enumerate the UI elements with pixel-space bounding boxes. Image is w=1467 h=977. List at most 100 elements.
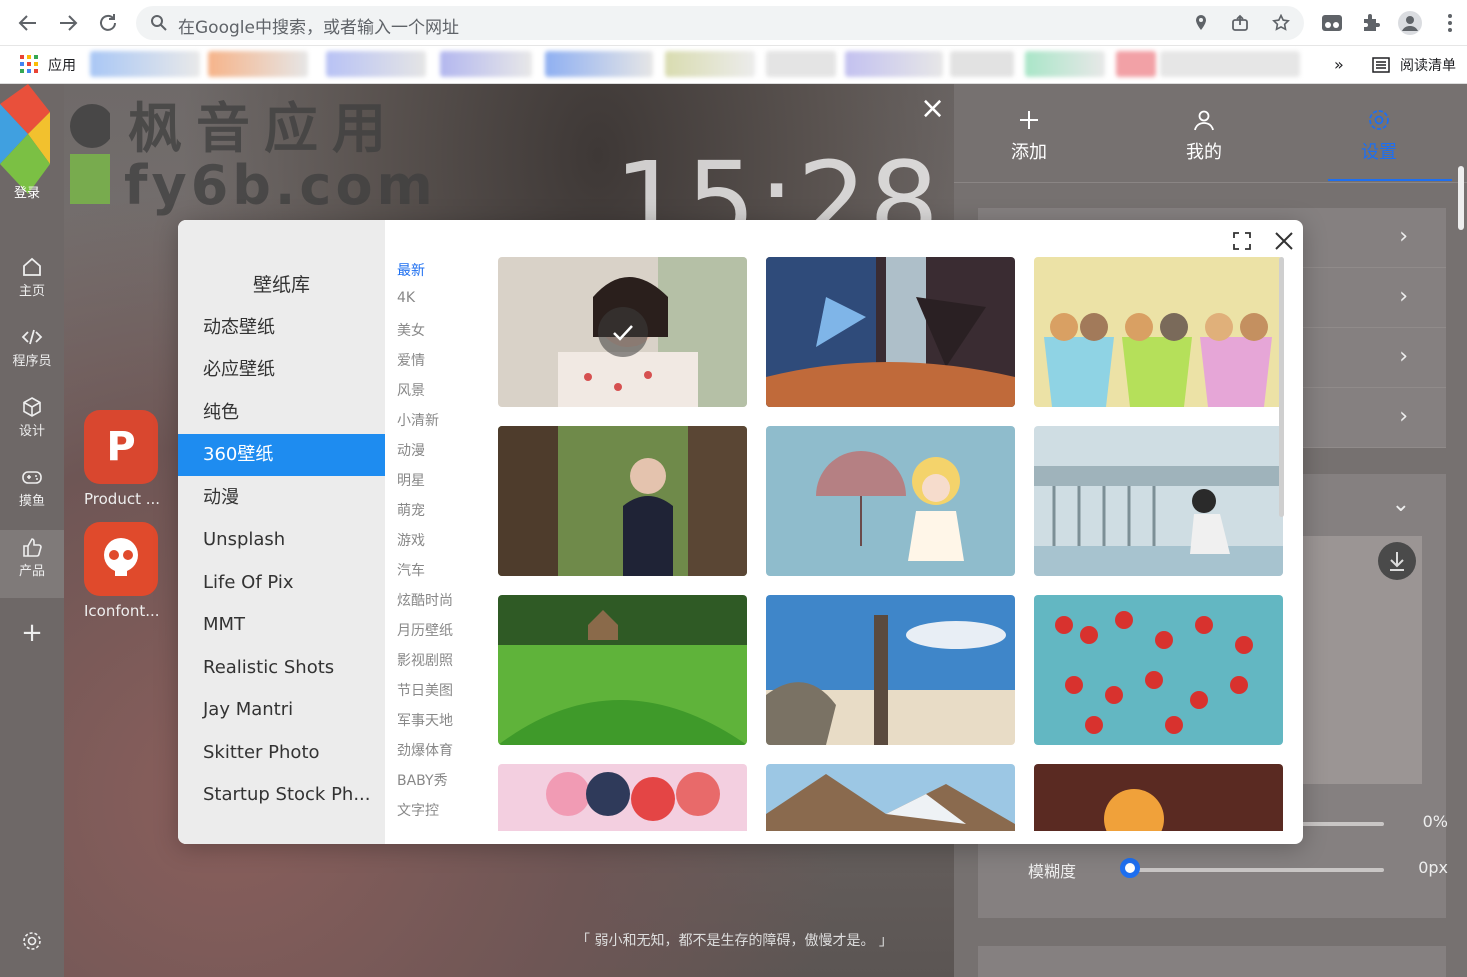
nav-home[interactable]: 主页 [0, 250, 64, 314]
bookmark-item[interactable] [845, 51, 943, 77]
wallpaper-thumbnail[interactable] [498, 257, 747, 407]
wallpaper-thumbnail[interactable] [766, 595, 1015, 745]
tag-item[interactable]: 文字控 [397, 800, 439, 820]
bookmark-apps[interactable]: 应用 [48, 55, 76, 75]
bookmark-item[interactable] [545, 51, 653, 77]
beach-post-image [766, 595, 1015, 745]
download-button[interactable] [1378, 542, 1416, 580]
tag-item[interactable]: 影视剧照 [397, 650, 453, 670]
tag-item[interactable]: BABY秀 [397, 770, 448, 790]
wallpaper-thumbnail[interactable] [1034, 764, 1283, 831]
bookmarks-overflow[interactable]: » [1334, 55, 1344, 74]
grid-scrollbar[interactable] [1279, 257, 1284, 517]
fullscreen-icon[interactable] [1233, 232, 1251, 250]
category-item[interactable]: Realistic Shots [178, 647, 385, 689]
tag-item[interactable]: 小清新 [397, 410, 439, 430]
category-item[interactable]: Unsplash [178, 519, 385, 561]
wallpaper-thumbnail[interactable] [766, 257, 1015, 407]
bookmark-item[interactable] [665, 51, 755, 77]
tag-item[interactable]: 动漫 [397, 440, 425, 460]
app-tile-iconfont[interactable] [84, 522, 158, 596]
modal-title: 壁纸库 [252, 274, 310, 296]
close-icon[interactable] [1273, 230, 1295, 252]
bookmark-item[interactable] [208, 51, 308, 77]
blur-value: 0px [1418, 858, 1448, 877]
thumbs-up-icon [23, 538, 42, 557]
category-item[interactable]: Life Of Pix [178, 562, 385, 604]
forward-button[interactable] [56, 11, 80, 35]
tab-mine[interactable]: 我的 [1144, 108, 1264, 164]
bookmark-item[interactable] [326, 51, 426, 77]
gear-icon[interactable] [21, 930, 43, 952]
wallpaper-thumbnail[interactable] [1034, 257, 1283, 407]
tab-add[interactable]: 添加 [969, 108, 1089, 164]
tag-item[interactable]: 爱情 [397, 350, 425, 370]
category-item[interactable]: 动态壁纸 [178, 307, 385, 349]
extension-app-icon[interactable] [1320, 11, 1344, 35]
address-bar[interactable]: 在Google中搜索，或者输入一个网址 [136, 6, 1304, 40]
blur-slider-knob[interactable] [1120, 858, 1140, 878]
category-item[interactable]: MMT [178, 604, 385, 646]
share-icon[interactable] [1231, 14, 1249, 32]
tag-item[interactable]: 劲爆体育 [397, 740, 453, 760]
bookmark-item[interactable] [950, 51, 1014, 77]
wallpaper-thumbnail[interactable] [498, 764, 747, 831]
blur-slider-track[interactable] [1128, 868, 1384, 872]
bookmark-item[interactable] [1025, 51, 1105, 77]
nav-design[interactable]: 设计 [0, 390, 64, 454]
tag-item[interactable]: 月历壁纸 [397, 620, 453, 640]
category-item[interactable]: 必应壁纸 [178, 349, 385, 391]
profile-avatar-icon[interactable] [1398, 11, 1422, 35]
nav-programmer[interactable]: 程序员 [0, 320, 64, 384]
reading-list-icon[interactable] [1372, 56, 1390, 74]
wallpaper-thumbnail[interactable] [498, 595, 747, 745]
tag-item-active[interactable]: 最新 [397, 260, 425, 280]
tab-settings[interactable]: 设置 [1319, 108, 1439, 164]
back-button[interactable] [16, 11, 40, 35]
wallpaper-thumbnail[interactable] [498, 426, 747, 576]
category-item[interactable]: Jay Mantri [178, 689, 385, 731]
tag-item[interactable]: 明星 [397, 470, 425, 490]
panel-scrollbar[interactable] [1458, 166, 1464, 230]
tag-item[interactable]: 萌宠 [397, 500, 425, 520]
bookmark-item[interactable] [440, 51, 532, 77]
chevron-down-icon[interactable]: ⌄ [1392, 492, 1410, 517]
reload-button[interactable] [96, 11, 120, 35]
bookmark-item[interactable] [1160, 51, 1300, 77]
close-icon[interactable]: × [920, 94, 945, 124]
star-icon[interactable] [1272, 14, 1290, 32]
tag-item[interactable]: 游戏 [397, 530, 425, 550]
bookmark-item[interactable] [90, 51, 200, 77]
apps-grid-icon[interactable] [20, 55, 38, 73]
wallpaper-thumbnail[interactable] [1034, 426, 1283, 576]
category-item[interactable]: 动漫 [178, 477, 385, 519]
category-item[interactable]: Startup Stock Ph... [178, 774, 385, 816]
menu-kebab-icon[interactable] [1438, 11, 1462, 35]
bookmark-item[interactable] [766, 51, 836, 77]
nav-add-button[interactable]: + [0, 618, 64, 682]
bookmark-item[interactable] [1116, 51, 1156, 77]
divider [954, 182, 1467, 183]
reading-list-label[interactable]: 阅读清单 [1400, 55, 1456, 75]
nav-product[interactable]: 产品 [0, 530, 64, 598]
tag-item[interactable]: 风景 [397, 380, 425, 400]
location-pin-icon[interactable] [1192, 14, 1210, 32]
puzzle-icon[interactable] [1359, 11, 1383, 35]
tag-item[interactable]: 军事天地 [397, 710, 453, 730]
nav-fishing[interactable]: 摸鱼 [0, 460, 64, 524]
wallpaper-thumbnail[interactable] [1034, 595, 1283, 745]
category-item[interactable]: Skitter Photo [178, 732, 385, 774]
nav-programmer-label: 程序员 [12, 354, 52, 369]
category-item[interactable]: 纯色 [178, 392, 385, 434]
tag-item[interactable]: 节日美图 [397, 680, 453, 700]
wallpaper-thumbnail[interactable] [766, 426, 1015, 576]
wallpaper-thumbnail[interactable] [766, 764, 1015, 831]
tag-item[interactable]: 汽车 [397, 560, 425, 580]
tag-item[interactable]: 炫酷时尚 [397, 590, 453, 610]
tag-item[interactable]: 4K [397, 290, 415, 306]
tag-item[interactable]: 美女 [397, 320, 425, 340]
login-link[interactable]: 登录 [14, 182, 40, 201]
app-tile-product[interactable]: P [84, 410, 158, 484]
category-item-active[interactable]: 360壁纸 [178, 434, 385, 476]
watermark-domain: fy6b.com [124, 154, 437, 217]
